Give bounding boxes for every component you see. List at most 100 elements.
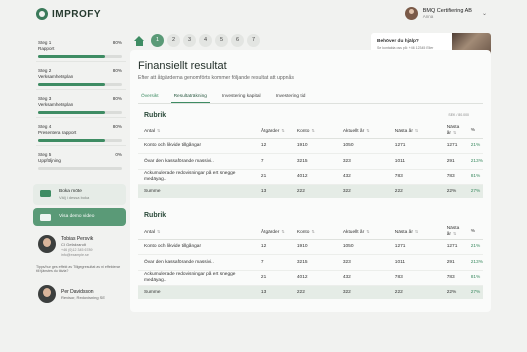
cell: 783 <box>440 169 465 185</box>
sidebar-step-5[interactable]: Steg 5 Uppföljning 0% <box>36 146 126 174</box>
cell: 783 <box>440 270 465 286</box>
column-header[interactable]: Antal ⇅ <box>138 225 255 240</box>
sort-icon: ⇅ <box>366 127 370 133</box>
step-progress-bar <box>38 167 122 170</box>
cell: 22% <box>440 285 465 299</box>
sort-icon: ⇅ <box>452 231 457 237</box>
cell-percent: 81% <box>464 169 483 185</box>
step-percent: 80% <box>112 124 122 129</box>
cell: 12 <box>254 138 291 154</box>
step-progress-fill <box>38 139 106 142</box>
cell: 222 <box>388 285 441 299</box>
cell: 432 <box>336 169 389 185</box>
column-header[interactable]: Antal ⇅ <box>138 124 255 139</box>
logo-icon <box>36 8 48 20</box>
column-header[interactable]: Åtgärder ⇅ <box>254 225 291 240</box>
step-number-3[interactable]: 3 <box>183 34 196 47</box>
step-number-5[interactable]: 5 <box>215 34 228 47</box>
sidebar-step-1[interactable]: Steg 1 Rapport 80% <box>36 34 126 62</box>
sort-icon: ⇅ <box>156 228 161 234</box>
tab-income-statement[interactable]: Resultaträkning <box>170 93 210 103</box>
app-name: IMPROFY <box>52 8 102 20</box>
video-icon <box>40 214 51 221</box>
header-label: Antal <box>144 229 155 235</box>
contact-note: Tipps/hur ges effekt av Tillgegresultat … <box>36 265 121 274</box>
cell: 1271 <box>388 239 441 255</box>
cell: 222 <box>290 184 337 198</box>
cell-account: Övar den kassaförande massivi.. <box>138 254 255 271</box>
contact-avatar <box>38 285 56 303</box>
cell: 3215 <box>290 254 337 271</box>
sidebar-step-2[interactable]: Steg 2 Verksamhetsplan 80% <box>36 62 126 90</box>
sidebar-step-3[interactable]: Steg 3 Verksamhetsplan 80% <box>36 90 126 118</box>
table-row: Övar den kassaförande massivi.. 7 3215 3… <box>138 153 483 170</box>
step-number-6[interactable]: 6 <box>231 34 244 47</box>
contact-phone[interactable]: +46 (0)12 345 6789 <box>61 248 92 252</box>
tab-investment-capital[interactable]: Investering kapital <box>219 93 264 103</box>
book-meeting-button[interactable]: Boka möte Välj i dessa boka <box>33 184 126 205</box>
header-label: Åtgärder <box>260 128 280 134</box>
contact-role: CI Gefakrandt <box>61 242 86 247</box>
cell: 12 <box>254 239 291 255</box>
cell: 432 <box>336 270 389 286</box>
tab-investment-time[interactable]: Investering tid <box>273 93 309 103</box>
column-header[interactable]: % <box>464 124 483 139</box>
cell: 1050 <box>336 239 389 255</box>
step-number-1[interactable]: 1 <box>151 34 164 47</box>
contact-card-1: Tobias Persvik CI Gefakrandt +46 (0)12 3… <box>36 234 124 262</box>
header-label: Åtgärder <box>260 229 280 235</box>
column-header[interactable]: Nästa år ⇅ <box>388 225 441 240</box>
step-progress-bar <box>38 55 122 58</box>
column-header[interactable]: Konto ⇅ <box>290 124 337 139</box>
column-header[interactable]: Nästa år ⇅ <box>388 124 441 139</box>
column-header[interactable]: Nästa år ⇅ <box>440 225 465 240</box>
sort-icon: ⇅ <box>414 228 419 234</box>
cell: 322 <box>336 184 389 198</box>
section-title: Rubrik <box>144 112 167 119</box>
cell: 1011 <box>388 153 441 170</box>
sidebar-step-4[interactable]: Steg 4 Presentera rapport 80% <box>36 118 126 146</box>
contact-email[interactable]: info@example.se <box>61 253 89 257</box>
promo-title: Behöver du hjälp? <box>377 39 419 44</box>
cell: 1271 <box>388 138 441 154</box>
step-label: Steg 1 Rapport <box>38 40 55 51</box>
logo[interactable]: IMPROFY <box>36 8 101 20</box>
user-avatar <box>404 7 418 20</box>
home-icon[interactable] <box>134 35 145 46</box>
cell: 783 <box>388 169 441 185</box>
column-header[interactable]: Aktuellt år ⇅ <box>336 225 389 240</box>
step-number-2[interactable]: 2 <box>167 34 180 47</box>
cell-account: Ackumulerade redovisningar på ert snegge… <box>138 169 255 185</box>
column-header[interactable]: Konto ⇅ <box>290 225 337 240</box>
chevron-down-icon[interactable]: ⌄ <box>482 10 487 17</box>
step-number-7[interactable]: 7 <box>247 34 260 47</box>
header-label: Aktuellt år <box>342 229 365 235</box>
step-progress-bar <box>38 111 122 114</box>
book-meeting-sub: Välj i dessa boka <box>59 195 90 200</box>
cell: 323 <box>336 254 389 271</box>
header-label: Nästa år <box>394 229 413 235</box>
user-menu[interactable]: BMQ Certifiering AB Anna ⌄ <box>404 7 487 20</box>
currency-note: SEK / 80.000 <box>448 113 469 117</box>
header-label: % <box>470 229 475 235</box>
tab-bar: Översikt Resultaträkning Investering kap… <box>138 93 483 104</box>
column-header[interactable]: Nästa år ⇅ <box>440 124 465 139</box>
step-number-4[interactable]: 4 <box>199 34 212 47</box>
step-label: Steg 4 Presentera rapport <box>38 124 77 135</box>
step-percent: 80% <box>112 96 122 101</box>
step-label: Steg 2 Verksamhetsplan <box>38 68 74 79</box>
tab-overview[interactable]: Översikt <box>138 93 162 103</box>
column-header[interactable]: % <box>464 225 483 240</box>
page-subtitle: Efter att åtgärderna genomförts kommer f… <box>138 75 294 81</box>
step-progress-bar <box>38 83 122 86</box>
show-demo-button[interactable]: Visa demo video <box>33 208 126 226</box>
cell: 322 <box>336 285 389 299</box>
column-header[interactable]: Åtgärder ⇅ <box>254 124 291 139</box>
contact-role: Revisor, Redovisning SE <box>61 295 106 300</box>
cell: 222 <box>290 285 337 299</box>
column-header[interactable]: Aktuellt år ⇅ <box>336 124 389 139</box>
cell: 783 <box>388 270 441 286</box>
sum-label: Summe <box>138 184 255 198</box>
sidebar: Steg 1 Rapport 80% Steg 2 Verksamhetspla… <box>36 34 126 174</box>
cell-account: Konto och likvide tillgångar <box>138 138 255 154</box>
